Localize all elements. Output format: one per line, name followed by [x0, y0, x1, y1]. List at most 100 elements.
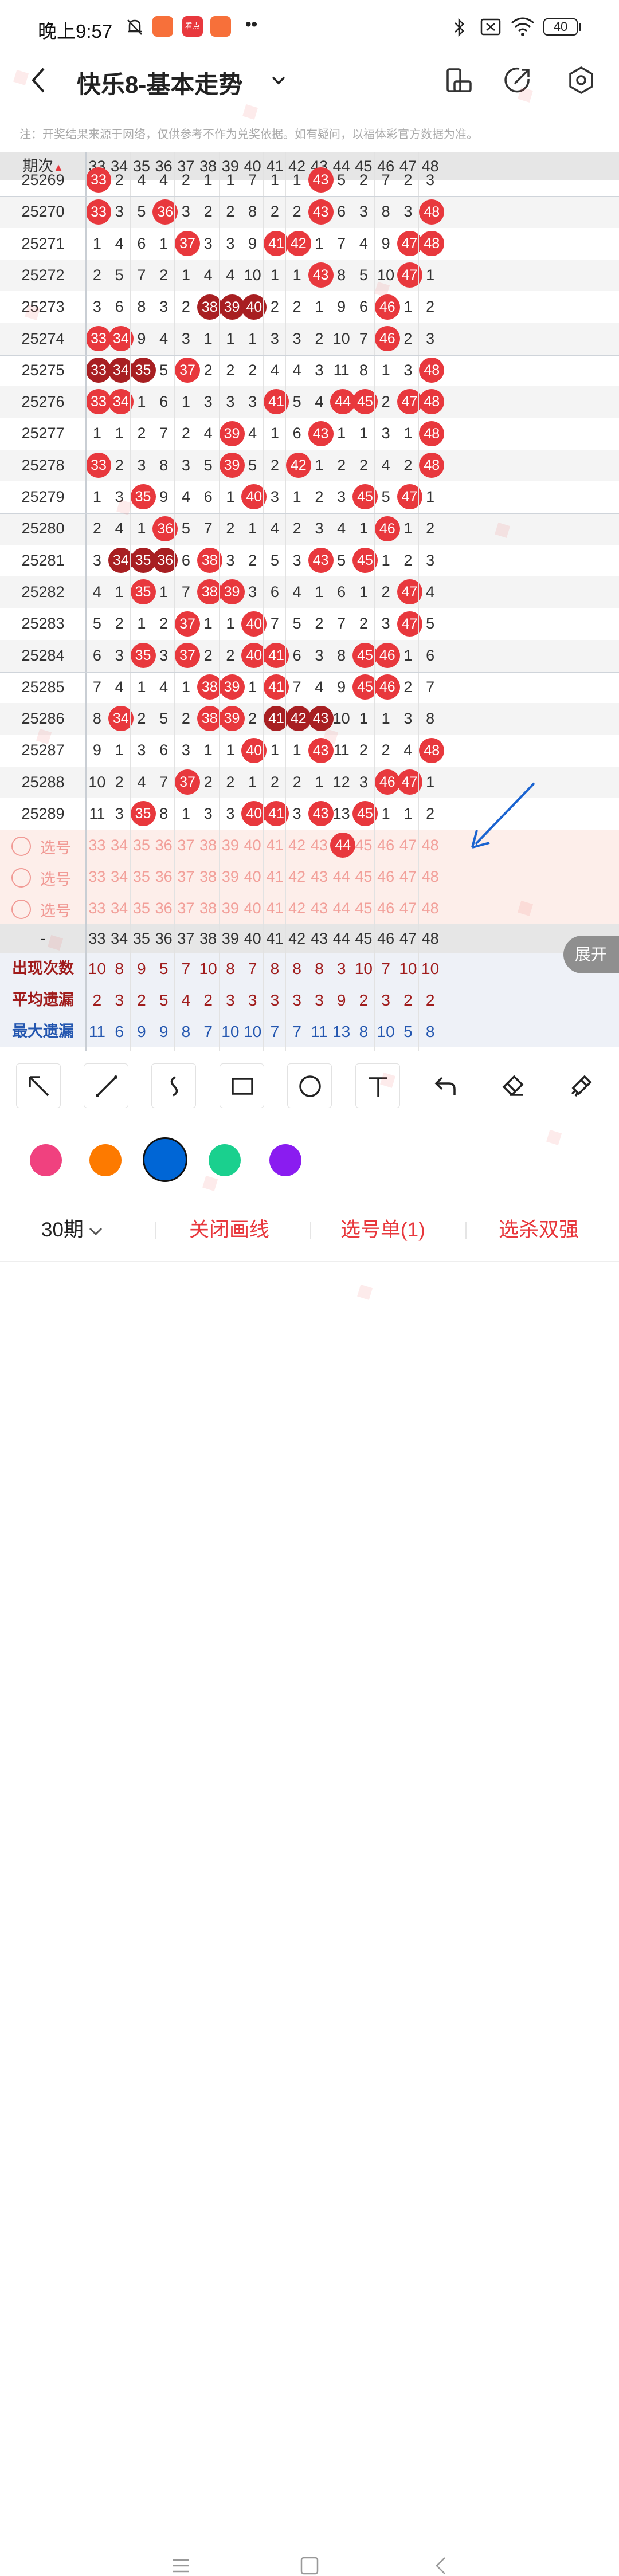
rect-tool-button[interactable]	[220, 1063, 264, 1108]
select-number-37[interactable]: 37	[175, 861, 197, 893]
select-number-40[interactable]: 40	[241, 893, 264, 924]
stats-value: 8	[292, 960, 301, 977]
select-number-40[interactable]: 40	[241, 861, 264, 893]
select-number-33[interactable]: 33	[86, 830, 108, 861]
grid-cell: 3	[92, 298, 101, 316]
color-swatch[interactable]	[30, 1144, 62, 1176]
select-number-39[interactable]: 39	[220, 861, 242, 893]
select-row-toggle[interactable]	[11, 868, 31, 888]
chevron-down-icon[interactable]	[269, 71, 288, 89]
select-number-38[interactable]: 38	[197, 830, 220, 861]
select-row-label[interactable]: 选号	[40, 835, 71, 858]
select-number-47[interactable]: 47	[397, 830, 420, 861]
circle-tool-button[interactable]	[287, 1063, 332, 1108]
home-icon[interactable]	[299, 2555, 320, 2576]
select-number-36[interactable]: 36	[152, 861, 175, 893]
table-row: 25278 33 2 3 8 3 5 39 5 2 42 1 2 2 4 2 48	[0, 449, 619, 481]
select-number-43[interactable]: 43	[308, 861, 331, 893]
select-number-48[interactable]: 48	[419, 893, 441, 924]
select-number-41[interactable]: 41	[264, 893, 286, 924]
select-number-48[interactable]: 48	[419, 830, 441, 861]
line-tool-button[interactable]	[84, 1063, 128, 1108]
select-number-39[interactable]: 39	[220, 830, 242, 861]
period-count-select[interactable]: 30期	[41, 1214, 104, 1243]
select-number-35[interactable]: 35	[131, 861, 153, 893]
share-icon[interactable]	[502, 64, 534, 96]
select-number-40[interactable]: 40	[241, 830, 264, 861]
color-swatch[interactable]	[89, 1144, 122, 1176]
menu-icon[interactable]	[171, 2555, 191, 2576]
curve-tool-button[interactable]	[151, 1063, 196, 1108]
grid-cell: 42	[285, 450, 311, 481]
text-tool-button[interactable]	[355, 1063, 400, 1108]
select-number-36[interactable]: 36	[152, 893, 175, 924]
select-number-46[interactable]: 46	[375, 861, 397, 893]
select-row-label[interactable]: 选号	[40, 867, 71, 889]
select-number-41[interactable]: 41	[264, 830, 286, 861]
select-number-37[interactable]: 37	[175, 893, 197, 924]
stats-value: 7	[381, 960, 390, 977]
select-number-38[interactable]: 38	[197, 861, 220, 893]
select-number-39[interactable]: 39	[220, 893, 242, 924]
select-number-35[interactable]: 35	[131, 893, 153, 924]
select-number-42[interactable]: 42	[286, 893, 308, 924]
select-number-45[interactable]: 45	[352, 893, 375, 924]
select-number-33[interactable]: 33	[86, 861, 108, 893]
select-number-48[interactable]: 48	[419, 861, 441, 893]
select-number-36[interactable]: 36	[152, 830, 175, 861]
grid-cell: 7	[381, 171, 390, 189]
select-number-46[interactable]: 46	[375, 830, 397, 861]
select-number-35[interactable]: 35	[131, 830, 153, 861]
grid-cell: 5	[248, 456, 257, 474]
grid-cell: 34	[108, 386, 134, 418]
grid-cell: 38	[197, 576, 222, 608]
color-swatch[interactable]	[269, 1144, 301, 1176]
select-number-41[interactable]: 41	[264, 861, 286, 893]
grid-cell: 5	[292, 615, 301, 633]
close-lines-button[interactable]: 关闭画线	[189, 1214, 269, 1243]
select-number-37[interactable]: 37	[175, 830, 197, 861]
grid-cell: 4	[159, 329, 169, 347]
select-number-44[interactable]: 44	[330, 830, 356, 861]
select-number-46[interactable]: 46	[375, 893, 397, 924]
select-row-toggle[interactable]	[11, 837, 31, 856]
page-title[interactable]: 快乐8-基本走势	[77, 65, 242, 100]
arrow-tool-button[interactable]	[16, 1063, 61, 1108]
select-row-label[interactable]: 选号	[40, 898, 71, 921]
grid-cell: 1	[203, 615, 213, 633]
select-number-44[interactable]: 44	[330, 893, 352, 924]
select-number-44[interactable]: 44	[330, 861, 352, 893]
expand-button[interactable]: 展开	[563, 936, 619, 973]
select-number-45[interactable]: 45	[352, 861, 375, 893]
pick-list-button[interactable]: 选号单(1)	[340, 1214, 425, 1243]
color-swatch[interactable]	[209, 1144, 241, 1176]
select-number-38[interactable]: 38	[197, 893, 220, 924]
grid-cell: 43	[308, 735, 334, 766]
settings-icon[interactable]	[565, 64, 597, 96]
select-number-34[interactable]: 34	[108, 893, 131, 924]
landscape-toggle-icon[interactable]	[442, 64, 475, 96]
grid-cell: 5	[337, 551, 346, 569]
grid-cell: 2	[403, 551, 413, 569]
select-row-toggle[interactable]	[11, 900, 31, 919]
back-button[interactable]	[24, 64, 56, 96]
grid-cell: 34	[108, 703, 134, 735]
select-number-43[interactable]: 43	[308, 830, 331, 861]
select-number-34[interactable]: 34	[108, 861, 131, 893]
kill-select-button[interactable]: 选杀双强	[499, 1214, 579, 1243]
select-number-45[interactable]: 45	[352, 830, 375, 861]
grid-cell: 1	[426, 488, 435, 505]
back-nav-icon[interactable]	[431, 2555, 452, 2576]
select-number-34[interactable]: 34	[108, 830, 131, 861]
select-number-47[interactable]: 47	[397, 893, 420, 924]
select-number-33[interactable]: 33	[86, 893, 108, 924]
select-number-43[interactable]: 43	[308, 893, 331, 924]
eraser-button[interactable]	[491, 1063, 535, 1108]
grid-cell: 2	[115, 171, 124, 189]
select-number-47[interactable]: 47	[397, 861, 420, 893]
select-number-42[interactable]: 42	[286, 861, 308, 893]
clear-all-button[interactable]	[559, 1063, 604, 1108]
color-swatch[interactable]	[143, 1137, 187, 1182]
select-number-42[interactable]: 42	[286, 830, 308, 861]
undo-button[interactable]	[423, 1063, 468, 1108]
